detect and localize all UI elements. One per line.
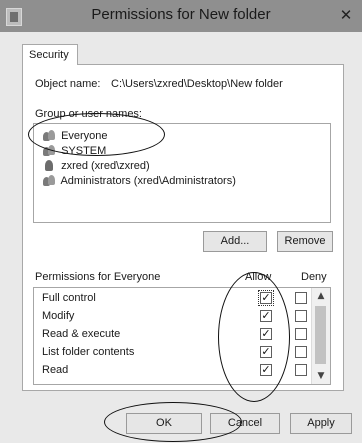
deny-checkbox[interactable] xyxy=(295,364,307,376)
scroll-thumb[interactable] xyxy=(315,306,326,364)
title-bar: Permissions for New folder ✕ xyxy=(0,0,362,32)
permission-row-full-control: Full control ✓ xyxy=(34,290,310,308)
allow-column-header: Allow xyxy=(245,271,272,283)
permission-row-read: Read ✓ xyxy=(34,362,310,380)
principal-name: SYSTEM xyxy=(61,145,107,157)
list-item-administrators[interactable]: Administrators (xred\Administrators) xyxy=(42,174,236,188)
users-icon xyxy=(42,174,58,188)
close-icon[interactable]: ✕ xyxy=(338,7,354,23)
permissions-header: Permissions for Everyone xyxy=(35,271,161,283)
group-names-label: Group or user names: xyxy=(35,108,142,120)
permission-row-list-folder-contents: List folder contents ✓ xyxy=(34,344,310,362)
add-button[interactable]: Add... xyxy=(203,231,267,252)
list-item-zxred[interactable]: zxred (xred\zxred) xyxy=(42,159,150,173)
security-panel: Object name: C:\Users\zxred\Desktop\New f… xyxy=(22,64,344,391)
object-name-label: Object name: xyxy=(35,78,101,90)
allow-checkbox[interactable]: ✓ xyxy=(260,346,272,358)
permission-name: List folder contents xyxy=(42,346,135,358)
users-icon xyxy=(42,129,58,143)
principal-name: zxred (xred\zxred) xyxy=(61,160,150,172)
chevron-up-icon[interactable]: ▲ xyxy=(312,288,330,304)
principal-name: Administrators (xred\Administrators) xyxy=(60,175,236,187)
list-item-system[interactable]: SYSTEM xyxy=(42,144,106,158)
deny-checkbox[interactable] xyxy=(295,346,307,358)
remove-button[interactable]: Remove xyxy=(277,231,333,252)
deny-checkbox[interactable] xyxy=(295,310,307,322)
deny-checkbox[interactable] xyxy=(295,292,307,304)
deny-column-header: Deny xyxy=(301,271,327,283)
group-user-list[interactable]: Everyone SYSTEM zxred (xred\zxred) Admin… xyxy=(33,123,331,223)
permission-name: Read xyxy=(42,364,69,376)
allow-checkbox[interactable]: ✓ xyxy=(260,364,272,376)
permission-row-modify: Modify ✓ xyxy=(34,308,310,326)
tab-security[interactable]: Security xyxy=(22,44,78,65)
ok-button[interactable]: OK xyxy=(126,413,202,434)
permission-row-read-execute: Read & execute ✓ xyxy=(34,326,310,344)
deny-checkbox[interactable] xyxy=(295,328,307,340)
user-icon xyxy=(42,159,58,173)
object-name-value: C:\Users\zxred\Desktop\New folder xyxy=(111,78,283,90)
users-icon xyxy=(42,144,58,158)
permissions-scrollbar[interactable]: ▲ ▼ xyxy=(311,288,330,384)
chevron-down-icon[interactable]: ▼ xyxy=(312,368,330,384)
object-name-row: Object name: C:\Users\zxred\Desktop\New f… xyxy=(35,78,283,90)
allow-checkbox[interactable]: ✓ xyxy=(260,328,272,340)
window-title: Permissions for New folder xyxy=(91,6,271,23)
allow-checkbox[interactable]: ✓ xyxy=(258,290,274,306)
apply-button[interactable]: Apply xyxy=(290,413,352,434)
list-item-everyone[interactable]: Everyone xyxy=(42,129,108,143)
permissions-dialog: Permissions for New folder ✕ Security Ob… xyxy=(0,0,362,443)
principal-name: Everyone xyxy=(61,130,108,142)
permission-name: Modify xyxy=(42,310,75,322)
permissions-list: Full control ✓ Modify ✓ Read & execute ✓… xyxy=(33,287,331,385)
permission-name: Full control xyxy=(42,292,96,304)
cancel-button[interactable]: Cancel xyxy=(210,413,280,434)
allow-checkbox[interactable]: ✓ xyxy=(260,310,272,322)
permission-name: Read & execute xyxy=(42,328,121,340)
